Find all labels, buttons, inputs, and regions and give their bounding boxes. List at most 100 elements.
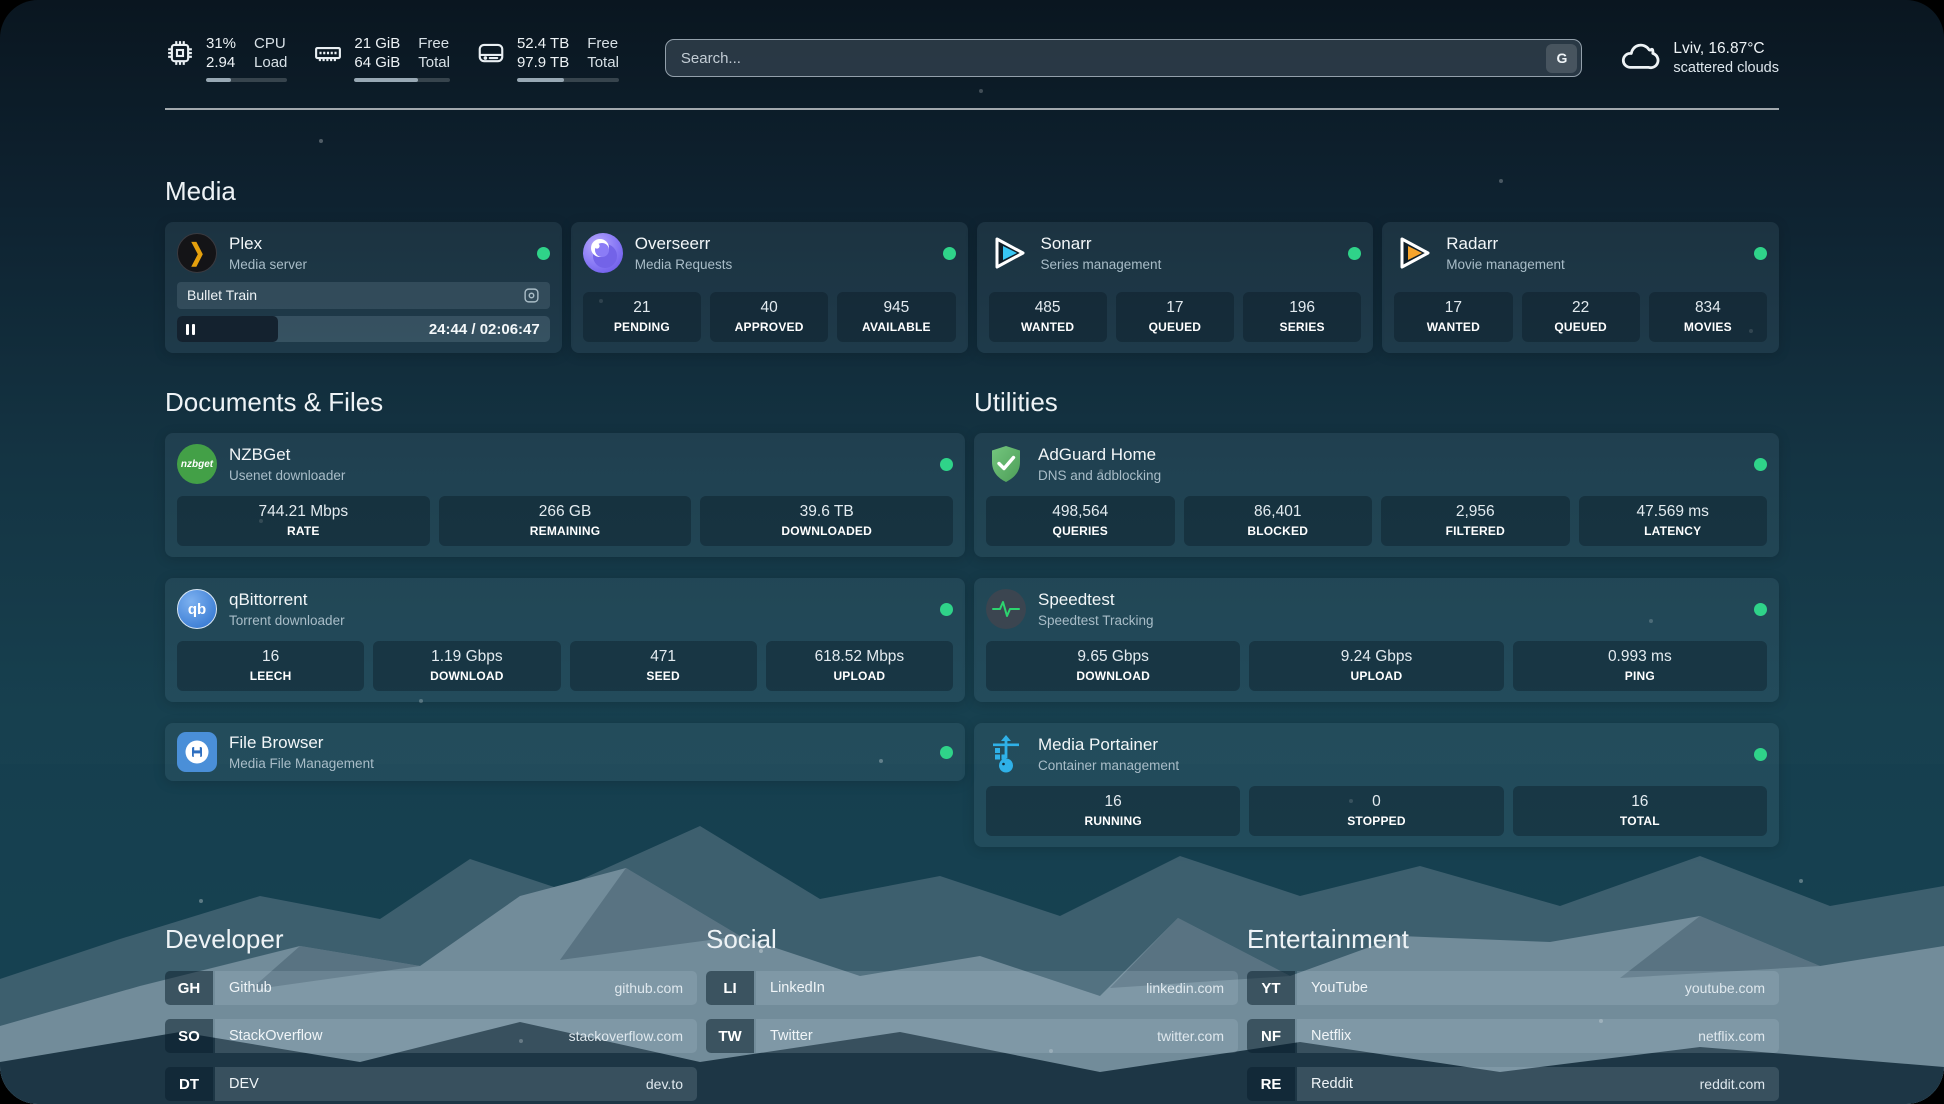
- service-card-speedtest[interactable]: Speedtest Speedtest Tracking 9.65 Gbps D…: [974, 578, 1779, 702]
- bookmark-url: dev.to: [646, 1076, 683, 1092]
- status-dot: [943, 247, 956, 260]
- disk-total-value: 97.9 TB: [517, 53, 569, 72]
- bookmark-name: YouTube: [1311, 980, 1368, 996]
- section-title-entertainment: Entertainment: [1247, 924, 1779, 955]
- cloud-icon: [1618, 35, 1660, 82]
- service-card-adguard[interactable]: AdGuard Home DNS and adblocking 498,564 …: [974, 433, 1779, 557]
- status-dot: [1754, 748, 1767, 761]
- stat-movies: 834 MOVIES: [1649, 292, 1767, 342]
- pause-button[interactable]: [177, 316, 278, 342]
- stat-filtered: 2,956 FILTERED: [1381, 496, 1570, 546]
- cpu-progress-bar: [206, 78, 287, 82]
- stat-upload: 618.52 Mbps UPLOAD: [766, 641, 953, 691]
- disk-icon: [476, 38, 506, 68]
- resource-widget-disk: 52.4 TB 97.9 TB Free Total: [476, 34, 619, 82]
- section-title-utilities: Utilities: [974, 387, 1779, 418]
- bookmark-abbr: GH: [165, 971, 213, 1005]
- section-title-media: Media: [165, 176, 1779, 207]
- disk-free-value: 52.4 TB: [517, 34, 569, 53]
- status-dot: [940, 746, 953, 759]
- search-box[interactable]: G: [665, 39, 1583, 77]
- filebrowser-logo-icon: [177, 732, 217, 772]
- memory-progress-bar: [354, 78, 450, 82]
- bookmark-netflix[interactable]: NF Netflix netflix.com: [1247, 1019, 1779, 1053]
- bookmark-twitter[interactable]: TW Twitter twitter.com: [706, 1019, 1238, 1053]
- stat-total: 16 TOTAL: [1513, 786, 1767, 836]
- bookmark-abbr: RE: [1247, 1067, 1295, 1101]
- stat-stopped: 0 STOPPED: [1249, 786, 1503, 836]
- bookmark-abbr: YT: [1247, 971, 1295, 1005]
- speedtest-logo-icon: [986, 589, 1026, 629]
- section-utilities: Utilities AdGuard Home DNS and adblockin…: [974, 387, 1779, 868]
- service-card-sonarr[interactable]: Sonarr Series management 485 WANTED 17 Q…: [977, 222, 1374, 353]
- service-description: Media File Management: [229, 756, 374, 771]
- service-description: Speedtest Tracking: [1038, 613, 1154, 628]
- sonarr-logo-icon: [989, 233, 1029, 273]
- pause-icon: [186, 324, 195, 335]
- service-description: Series management: [1041, 257, 1162, 272]
- bookmark-linkedin[interactable]: LI LinkedIn linkedin.com: [706, 971, 1238, 1005]
- bookmark-abbr: TW: [706, 1019, 754, 1053]
- qbittorrent-logo-icon: qb: [177, 589, 217, 629]
- weather-condition: scattered clouds: [1673, 60, 1779, 76]
- service-name: Plex: [229, 234, 307, 254]
- stat-queued: 22 QUEUED: [1522, 292, 1640, 342]
- stat-pending: 21 PENDING: [583, 292, 701, 342]
- section-documents-files: Documents & Files nzbget NZBGet Usenet d…: [165, 387, 965, 868]
- section-title-documents: Documents & Files: [165, 387, 965, 418]
- bookmark-abbr: LI: [706, 971, 754, 1005]
- status-dot: [940, 603, 953, 616]
- disk-total-label: Total: [587, 53, 619, 72]
- bookmark-reddit[interactable]: RE Reddit reddit.com: [1247, 1067, 1779, 1101]
- bookmark-abbr: DT: [165, 1067, 213, 1101]
- stat-download: 9.65 Gbps DOWNLOAD: [986, 641, 1240, 691]
- memory-total-value: 64 GiB: [354, 53, 400, 72]
- service-description: Media server: [229, 257, 307, 272]
- stat-available: 945 AVAILABLE: [837, 292, 955, 342]
- bookmark-abbr: NF: [1247, 1019, 1295, 1053]
- cpu-load-value: 2.94: [206, 53, 236, 72]
- adguard-logo-icon: [986, 444, 1026, 484]
- bookmark-group-social: Social LI LinkedIn linkedin.com TW Twitt…: [706, 924, 1238, 1104]
- service-name: AdGuard Home: [1038, 445, 1161, 465]
- service-name: NZBGet: [229, 445, 345, 465]
- stat-downloaded: 39.6 TB DOWNLOADED: [700, 496, 953, 546]
- service-name: Speedtest: [1038, 590, 1154, 610]
- cpu-usage-label: CPU: [254, 34, 287, 53]
- bookmark-youtube[interactable]: YT YouTube youtube.com: [1247, 971, 1779, 1005]
- stat-wanted: 485 WANTED: [989, 292, 1107, 342]
- service-description: DNS and adblocking: [1038, 468, 1161, 483]
- service-card-radarr[interactable]: Radarr Movie management 17 WANTED 22 QUE…: [1382, 222, 1779, 353]
- stat-seed: 471 SEED: [570, 641, 757, 691]
- service-card-plex[interactable]: ❯ Plex Media server Bullet Train: [165, 222, 562, 353]
- search-provider-button[interactable]: G: [1546, 44, 1577, 73]
- service-name: Radarr: [1446, 234, 1565, 254]
- overseerr-logo-icon: [583, 233, 623, 273]
- search-input[interactable]: [681, 50, 1547, 67]
- service-card-qbittorrent[interactable]: qb qBittorrent Torrent downloader 16 LEE…: [165, 578, 965, 702]
- status-dot: [1754, 603, 1767, 616]
- stat-upload: 9.24 Gbps UPLOAD: [1249, 641, 1503, 691]
- stat-queries: 498,564 QUERIES: [986, 496, 1175, 546]
- section-media: Media ❯ Plex Media server: [165, 176, 1779, 353]
- cpu-load-label: Load: [254, 53, 287, 72]
- status-dot: [1754, 247, 1767, 260]
- service-card-portainer[interactable]: Media Portainer Container management 16 …: [974, 723, 1779, 847]
- bookmark-dev[interactable]: DT DEV dev.to: [165, 1067, 697, 1101]
- service-name: qBittorrent: [229, 590, 345, 610]
- stat-latency: 47.569 ms LATENCY: [1579, 496, 1768, 546]
- stat-approved: 40 APPROVED: [710, 292, 828, 342]
- service-card-nzbget[interactable]: nzbget NZBGet Usenet downloader 744.21 M…: [165, 433, 965, 557]
- bookmark-github[interactable]: GH Github github.com: [165, 971, 697, 1005]
- portainer-logo-icon: [986, 734, 1026, 774]
- status-dot: [537, 247, 550, 260]
- bookmark-name: Reddit: [1311, 1076, 1353, 1092]
- status-dot: [940, 458, 953, 471]
- service-name: Sonarr: [1041, 234, 1162, 254]
- service-description: Movie management: [1446, 257, 1565, 272]
- bookmark-stackoverflow[interactable]: SO StackOverflow stackoverflow.com: [165, 1019, 697, 1053]
- service-card-filebrowser[interactable]: File Browser Media File Management: [165, 723, 965, 781]
- nzbget-logo-icon: nzbget: [177, 444, 217, 484]
- service-card-overseerr[interactable]: Overseerr Media Requests 21 PENDING 40 A…: [571, 222, 968, 353]
- bookmark-abbr: SO: [165, 1019, 213, 1053]
